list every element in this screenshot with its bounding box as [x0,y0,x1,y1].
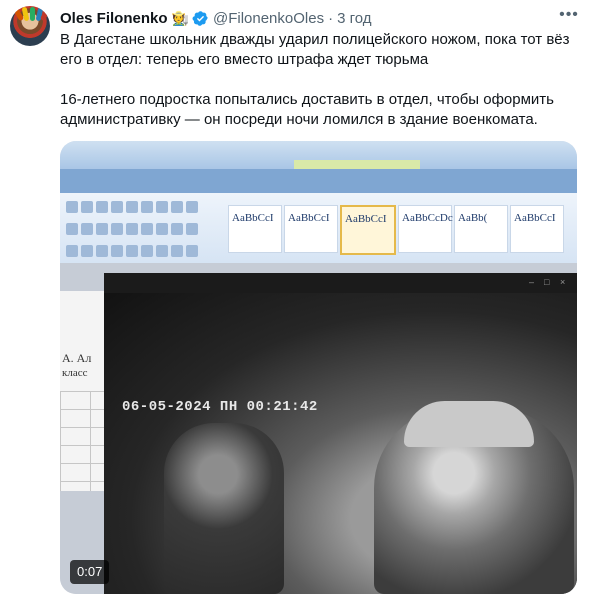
maximize-icon: □ [544,277,550,287]
more-options-icon[interactable]: ••• [558,6,580,26]
close-icon: × [560,277,566,287]
word-ribbon-tabs [60,169,577,193]
word-style-box: AaBbCcI [228,205,282,253]
word-page-text: А. Ал [62,351,92,365]
video-duration-badge: 0:07 [70,560,110,584]
word-style-box-selected: AaBbCcI [340,205,396,255]
word-style-box: AaBb( [454,205,508,253]
camera-player-window: – □ × 06-05-2024 ПН 00:21:42 [104,273,577,594]
person-cap [404,401,534,447]
tweet-timestamp[interactable]: 3 год [337,10,371,27]
word-style-box: AaBbCcDc [398,205,453,253]
camera-timestamp: 06-05-2024 ПН 00:21:42 [122,399,318,415]
tweet[interactable]: Oles Filonenko 🧑‍🌾 @FilonenkoOles · 3 го… [0,0,597,604]
verified-badge-icon [192,10,208,26]
person-left [164,423,284,594]
tweet-paragraph: В Дагестане школьник дважды ударил полиц… [60,31,570,68]
word-page-text: класс [62,367,88,379]
formatting-toolbar [66,201,216,215]
camera-player-titlebar: – □ × [104,273,577,293]
word-window-titlebar [60,141,577,174]
formatting-toolbar [66,223,216,237]
tweet-paragraph: 16-летнего подростка попытались доставит… [60,91,554,128]
author-name[interactable]: Oles Filonenko [60,10,168,27]
farmer-emoji-icon: 🧑‍🌾 [171,9,189,26]
surveillance-feed: 06-05-2024 ПН 00:21:42 [104,293,577,594]
tweet-header: Oles Filonenko 🧑‍🌾 @FilonenkoOles · 3 го… [60,8,372,28]
author-handle[interactable]: @FilonenkoOles [213,10,324,27]
minimize-icon: – [529,277,535,287]
author-avatar[interactable] [10,6,50,46]
word-style-box: AaBbCcI [284,205,338,253]
separator-dot: · [328,9,334,27]
formatting-toolbar [66,245,216,259]
video-player[interactable]: AaBbCcI AaBbCcI AaBbCcI AaBbCcDc AaBb( A… [60,141,577,594]
tweet-text: В Дагестане школьник дважды ударил полиц… [60,30,585,130]
headdress-feather-icon [30,7,35,21]
word-style-box: AaBbCcI [510,205,564,253]
word-ribbon: AaBbCcI AaBbCcI AaBbCcI AaBbCcDc AaBb( A… [60,193,577,263]
